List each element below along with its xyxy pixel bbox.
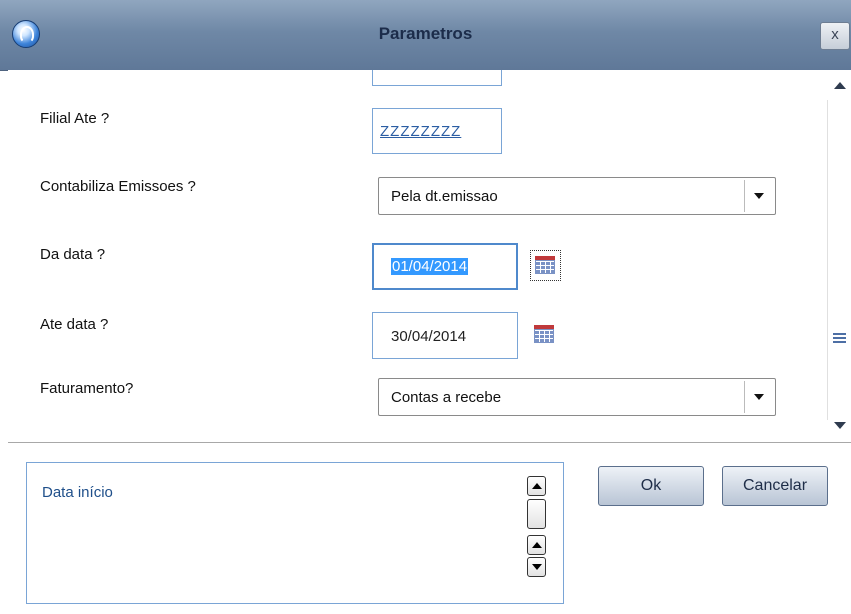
help-scroll-down-button[interactable] <box>527 557 546 577</box>
calendar-icon <box>534 325 554 343</box>
panel-scrollbar[interactable] <box>827 70 851 442</box>
da-data-calendar-button[interactable] <box>530 250 561 281</box>
scroll-down-icon[interactable] <box>834 422 846 429</box>
scroll-up-icon[interactable] <box>834 82 846 89</box>
faturamento-value: Contas a recebe <box>391 389 502 406</box>
calendar-icon <box>535 256 555 274</box>
scroll-thumb-grip-icon[interactable] <box>833 333 846 344</box>
window-title: Parametros <box>378 24 473 43</box>
close-button[interactable]: x <box>820 22 850 50</box>
da-data-label: Da data ? <box>40 246 106 263</box>
parameters-panel: Filial Ate ? ZZZZZZZZ Contabiliza Emisso… <box>8 70 851 443</box>
cancel-button[interactable]: Cancelar <box>722 466 828 506</box>
contabiliza-select[interactable]: Pela dt.emissao <box>378 177 776 215</box>
faturamento-select[interactable]: Contas a recebe <box>378 378 776 416</box>
help-scroll-up-button-2[interactable] <box>527 535 546 555</box>
chevron-down-icon[interactable] <box>744 180 773 212</box>
filial-ate-value: ZZZZZZZZ <box>380 123 462 140</box>
help-scroll-up-button[interactable] <box>527 476 546 496</box>
help-text: Data início <box>42 484 113 501</box>
ate-data-value: 30/04/2014 <box>391 328 467 345</box>
ate-data-calendar-button[interactable] <box>530 320 559 349</box>
ate-data-label: Ate data ? <box>40 316 109 333</box>
faturamento-label: Faturamento? <box>40 380 134 397</box>
close-icon: x <box>831 26 839 43</box>
ate-data-field[interactable]: 30/04/2014 <box>372 312 518 359</box>
filial-ate-field[interactable]: ZZZZZZZZ <box>372 108 502 154</box>
filial-de-field[interactable] <box>372 70 502 86</box>
title-bar[interactable]: Parametros x <box>0 0 851 71</box>
ok-button[interactable]: Ok <box>598 466 704 506</box>
filial-ate-label: Filial Ate ? <box>40 110 110 127</box>
chevron-down-icon[interactable] <box>744 381 773 413</box>
da-data-value: 01/04/2014 <box>391 258 469 275</box>
scroll-track[interactable] <box>827 100 828 420</box>
help-textbox: Data início <box>26 462 564 604</box>
contabiliza-label: Contabiliza Emissoes ? <box>40 178 196 195</box>
contabiliza-value: Pela dt.emissao <box>391 188 498 205</box>
da-data-field[interactable]: 01/04/2014 <box>372 243 518 290</box>
help-scroll-thumb[interactable] <box>527 499 546 529</box>
